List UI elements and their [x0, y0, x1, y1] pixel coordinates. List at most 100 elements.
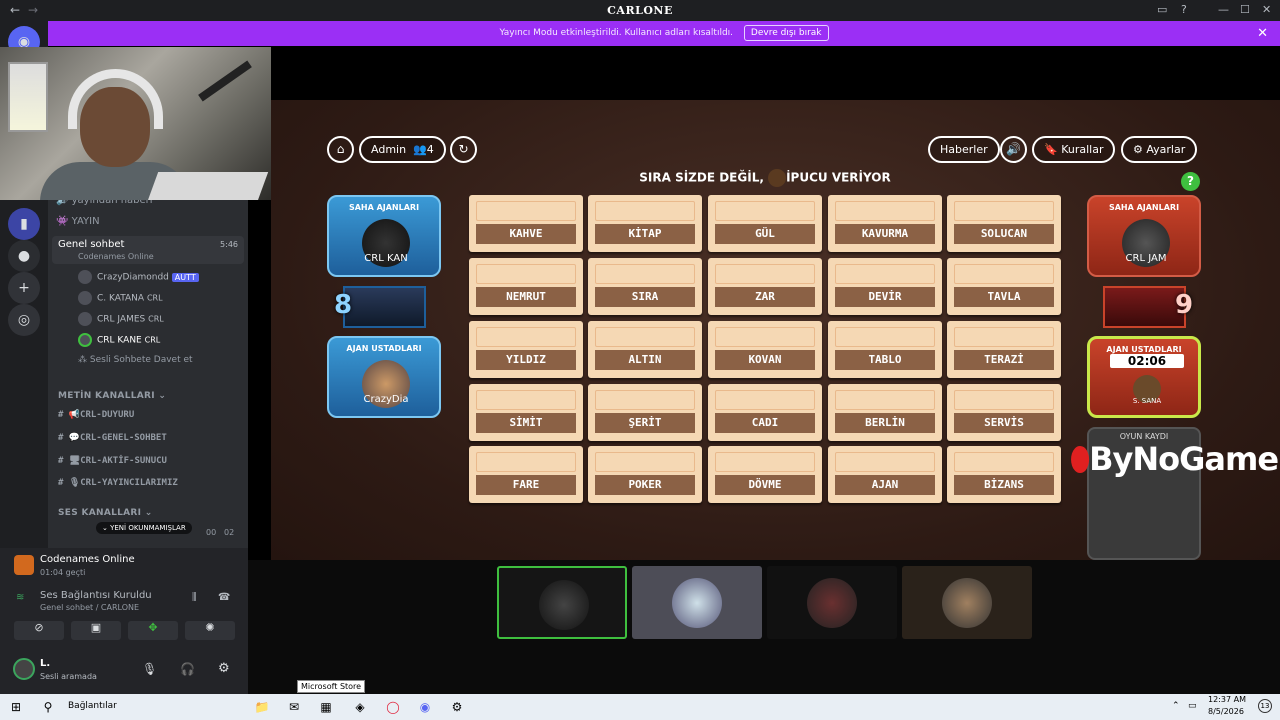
word-card[interactable]: KİTAP: [588, 195, 702, 252]
active-voice-channel[interactable]: Genel sohbet 5:46 Codenames Online: [52, 236, 244, 264]
word-card[interactable]: GÜL: [708, 195, 822, 252]
participant-tile[interactable]: [632, 566, 762, 639]
taskbar-search-label[interactable]: Bağlantılar: [68, 701, 117, 711]
word-card[interactable]: POKER: [588, 446, 702, 503]
text-channel[interactable]: # 💬CRL-GENEL-SOHBET: [58, 433, 167, 443]
participant-tile[interactable]: [902, 566, 1032, 639]
explorer-icon[interactable]: 📁: [252, 697, 272, 717]
help-icon[interactable]: ?: [1181, 3, 1187, 16]
card-top-slot: [835, 390, 935, 410]
webcam-overlay: [0, 47, 271, 200]
news-button[interactable]: Haberler: [928, 136, 1000, 163]
red-spymaster-panel: AJAN USTADLARI 02:06 S. SANA: [1087, 336, 1201, 418]
card-word: NEMRUT: [476, 287, 576, 307]
disable-streamer-button[interactable]: Devre dışı bırak: [743, 25, 829, 41]
user-avatar[interactable]: [13, 658, 35, 680]
clock-date[interactable]: 8/5/2026: [1208, 707, 1244, 716]
card-word: ŞERİT: [595, 413, 695, 433]
word-card[interactable]: YILDIZ: [469, 321, 583, 378]
word-card[interactable]: DEVİR: [828, 258, 942, 315]
voice-user[interactable]: CRL KANE CRL: [78, 333, 160, 347]
connection-title: Ses Bağlantısı Kuruldu: [40, 590, 152, 601]
reset-button[interactable]: ↻: [450, 136, 477, 163]
invite-to-voice[interactable]: ⁂ Sesli Sohbete Davet et: [78, 355, 193, 365]
app-icon[interactable]: ◈: [350, 697, 370, 717]
text-channel[interactable]: # 📢CRL-DUYURU: [58, 410, 134, 420]
voice-user[interactable]: CRL JAMES CRL: [78, 312, 164, 326]
participant-tile[interactable]: [767, 566, 897, 639]
noise-icon[interactable]: ⫼: [192, 592, 197, 603]
word-card[interactable]: SIRA: [588, 258, 702, 315]
word-card[interactable]: AJAN: [828, 446, 942, 503]
close-window-button[interactable]: ✕: [1262, 3, 1271, 16]
word-card[interactable]: TAVLA: [947, 258, 1061, 315]
settings-button[interactable]: ⚙ Ayarlar: [1121, 136, 1198, 163]
home-button[interactable]: ⌂: [327, 136, 354, 163]
participant-tile[interactable]: [497, 566, 627, 639]
word-card[interactable]: BERLİN: [828, 384, 942, 441]
windows-start-icon[interactable]: ⊞: [6, 697, 26, 717]
word-card[interactable]: NEMRUT: [469, 258, 583, 315]
inbox-icon[interactable]: ▭: [1157, 3, 1167, 16]
discord-taskbar-icon[interactable]: ◉: [415, 697, 435, 717]
voice-user[interactable]: CrazyDiamondd AUTT: [78, 270, 199, 284]
back-arrow-icon[interactable]: ←: [10, 3, 20, 17]
word-card[interactable]: DÖVME: [708, 446, 822, 503]
maximize-button[interactable]: ☐: [1240, 3, 1250, 16]
outlook-icon[interactable]: ✉: [284, 697, 304, 717]
card-word: AJAN: [835, 475, 935, 495]
add-server-icon[interactable]: +: [8, 272, 40, 304]
word-card[interactable]: SOLUCAN: [947, 195, 1061, 252]
card-word: SERVİS: [954, 413, 1054, 433]
unread-pill[interactable]: ⌄ YENİ OKUNMAMIŞLAR: [96, 522, 192, 534]
microphone-icon[interactable]: 🎙: [142, 662, 157, 676]
yayin-channel[interactable]: 👾 YAYIN: [56, 216, 100, 227]
word-card[interactable]: KAVURMA: [828, 195, 942, 252]
store-icon[interactable]: ▦: [316, 697, 336, 717]
steam-icon[interactable]: ⚙: [447, 697, 467, 717]
camera-off-button[interactable]: ⊘: [14, 621, 64, 640]
word-card[interactable]: ŞERİT: [588, 384, 702, 441]
discover-icon[interactable]: ◎: [8, 304, 40, 336]
notification-badge[interactable]: 13: [1258, 699, 1272, 713]
forward-arrow-icon[interactable]: →: [28, 3, 38, 17]
clock-time[interactable]: 12:37 AM: [1208, 695, 1246, 704]
text-channel[interactable]: # 🖥CRL-AKTİF-SUNUCU: [58, 456, 167, 466]
folder-icon[interactable]: ▮: [8, 208, 40, 240]
search-icon[interactable]: ⚲: [38, 697, 58, 717]
network-icon[interactable]: ▭: [1188, 701, 1197, 711]
sound-button[interactable]: 🔊: [1000, 136, 1027, 163]
tray-chevron-icon[interactable]: ⌃: [1172, 701, 1180, 711]
admin-button[interactable]: Admin 👥4: [359, 136, 446, 163]
help-button[interactable]: ?: [1181, 172, 1200, 191]
headphones-icon[interactable]: 🎧: [180, 662, 195, 676]
word-card[interactable]: KOVAN: [708, 321, 822, 378]
voice-user[interactable]: C. KATANA CRL: [78, 291, 163, 305]
word-card[interactable]: TERAZİ: [947, 321, 1061, 378]
word-card[interactable]: FARE: [469, 446, 583, 503]
activity-button[interactable]: ✥: [128, 621, 178, 640]
signal-icon: ≋: [16, 592, 25, 603]
word-card[interactable]: ALTIN: [588, 321, 702, 378]
word-card[interactable]: ZAR: [708, 258, 822, 315]
text-channel[interactable]: # 🎙CRL-YAYINCILARIMIZ: [58, 478, 178, 488]
minimize-button[interactable]: —: [1218, 3, 1229, 16]
settings-gear-icon[interactable]: ⚙: [218, 661, 230, 676]
card-top-slot: [476, 264, 576, 284]
word-card[interactable]: KAHVE: [469, 195, 583, 252]
text-category[interactable]: METİN KANALLARI ⌄: [58, 391, 166, 401]
opera-icon[interactable]: ◯: [383, 697, 403, 717]
word-card[interactable]: SERVİS: [947, 384, 1061, 441]
server-avatar[interactable]: ●: [8, 240, 40, 272]
disconnect-icon[interactable]: ☎: [218, 592, 230, 603]
word-card[interactable]: TABLO: [828, 321, 942, 378]
screen-share-button[interactable]: ▣: [71, 621, 121, 640]
rules-button[interactable]: 🔖 Kurallar: [1032, 136, 1116, 163]
card-word: BİZANS: [954, 475, 1054, 495]
soundboard-button[interactable]: ✺: [185, 621, 235, 640]
voice-category[interactable]: SES KANALLARI ⌄: [58, 508, 153, 518]
word-card[interactable]: BİZANS: [947, 446, 1061, 503]
close-banner-icon[interactable]: ✕: [1257, 21, 1268, 46]
word-card[interactable]: CADI: [708, 384, 822, 441]
word-card[interactable]: SİMİT: [469, 384, 583, 441]
